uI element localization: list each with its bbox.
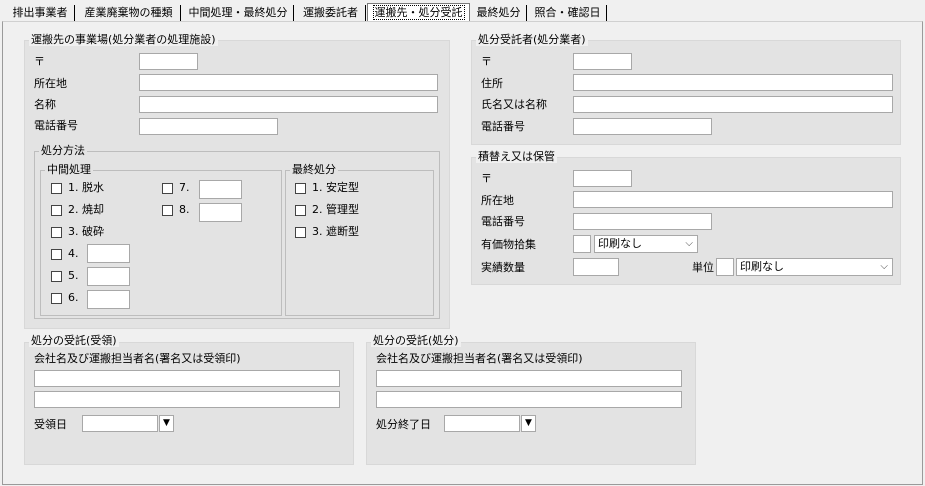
final-disposal-legend: 最終処分 [290, 163, 338, 176]
storage-postal-input[interactable] [573, 170, 632, 187]
contractor-postal-input[interactable] [573, 53, 632, 70]
item-4-input[interactable] [87, 244, 130, 263]
storage-address-input[interactable] [573, 191, 893, 208]
receipt-collection-legend: 処分の受託(受領) [29, 334, 119, 347]
contractor-name-input[interactable] [573, 96, 893, 113]
disposal-end-date-input[interactable] [444, 415, 520, 432]
disposal-method-legend: 処分方法 [39, 144, 87, 157]
triangle-down-icon: ▼ [163, 418, 170, 428]
item-5-input[interactable] [87, 267, 130, 286]
chk-item-8-label: 8. [179, 203, 190, 216]
chk-item-6[interactable] [51, 293, 62, 304]
tab-label: 産業廃棄物の種類 [84, 6, 173, 19]
chk-item-5-label: 5. [68, 269, 79, 282]
chk-stable-type[interactable] [295, 183, 306, 194]
chk-stable-type-label: 1. 安定型 [312, 181, 359, 194]
tab-verification-date[interactable]: 照合・確認日 [529, 5, 607, 21]
name-label: 氏名又は名称 [481, 98, 547, 111]
tab-bar: 排出事業者 産業廃棄物の種類 中間処理・最終処分 運搬委託者 運搬先・処分受託 … [0, 0, 925, 22]
collection-company-input-2[interactable] [34, 391, 340, 408]
dest-name-input[interactable] [139, 96, 438, 113]
disposal-contractor-legend: 処分受託者(処分業者) [476, 33, 588, 46]
chk-item-6-label: 6. [68, 291, 79, 304]
tab-intermediate-final[interactable]: 中間処理・最終処分 [183, 5, 294, 21]
tab-label: 排出事業者 [12, 6, 68, 19]
chk-item-4[interactable] [51, 249, 62, 260]
final-disposal-group [285, 170, 434, 316]
item-8-input[interactable] [199, 203, 242, 222]
tab-label: 運搬委託者 [303, 6, 358, 19]
actual-qty-input[interactable] [573, 258, 619, 276]
chk-incineration-label: 2. 焼却 [68, 203, 104, 216]
chk-incineration[interactable] [51, 205, 62, 216]
chk-crushing[interactable] [51, 227, 62, 238]
disposal-company-input-2[interactable] [376, 391, 682, 408]
transport-destination-legend: 運搬先の事業場(処分業者の処理施設) [29, 33, 218, 46]
unit-select-value: 印刷なし [740, 260, 784, 273]
tab-label: 中間処理・最終処分 [188, 6, 288, 19]
dest-address-input[interactable] [139, 74, 438, 91]
company-handler-label: 会社名及び運搬担当者名(署名又は受領印) [376, 352, 583, 365]
chk-isolated-type[interactable] [295, 227, 306, 238]
actual-qty-label: 実績数量 [481, 261, 525, 274]
receipt-disposal-legend: 処分の受託(処分) [371, 334, 461, 347]
transfer-storage-legend: 積替え又は保管 [476, 150, 557, 163]
received-date-input[interactable] [82, 415, 158, 432]
phone-label: 電話番号 [34, 119, 78, 132]
dest-postal-input[interactable] [139, 53, 198, 70]
unit-code-input[interactable] [716, 258, 734, 276]
storage-phone-input[interactable] [573, 213, 712, 230]
phone-label: 電話番号 [481, 120, 525, 133]
tab-transport-consignor[interactable]: 運搬委託者 [296, 5, 366, 21]
unit-select[interactable]: 印刷なし ⌵ [736, 258, 893, 276]
item-6-input[interactable] [87, 290, 130, 309]
name-label: 名称 [34, 98, 56, 111]
valuables-select-value: 印刷なし [598, 237, 642, 250]
postal-label: 〒 [481, 172, 492, 185]
disposal-company-input-1[interactable] [376, 370, 682, 387]
chk-isolated-type-label: 3. 遮断型 [312, 225, 359, 238]
phone-label: 電話番号 [481, 215, 525, 228]
contractor-address-input[interactable] [573, 74, 893, 91]
tab-label: 照合・確認日 [534, 6, 601, 19]
chk-crushing-label: 3. 破砕 [68, 225, 104, 238]
chevron-down-icon: ⌵ [880, 261, 888, 272]
collection-company-input-1[interactable] [34, 370, 340, 387]
chk-managed-type[interactable] [295, 205, 306, 216]
postal-label: 〒 [34, 55, 45, 68]
tab-waste-type[interactable]: 産業廃棄物の種類 [77, 5, 181, 21]
dest-phone-input[interactable] [139, 118, 278, 135]
tab-final-disposal[interactable]: 最終処分 [471, 5, 527, 21]
received-date-label: 受領日 [34, 418, 67, 431]
received-date-dropdown[interactable]: ▼ [159, 415, 174, 432]
chk-item-7[interactable] [162, 183, 173, 194]
unit-label: 単位 [692, 261, 714, 274]
chk-item-5[interactable] [51, 271, 62, 282]
address-label: 所在地 [34, 77, 67, 90]
address-label: 所在地 [481, 194, 514, 207]
tab-emitter[interactable]: 排出事業者 [6, 5, 75, 21]
chk-dewatering[interactable] [51, 183, 62, 194]
intermediate-legend: 中間処理 [45, 163, 93, 176]
postal-label: 〒 [481, 55, 492, 68]
tab-label: 最終処分 [476, 6, 521, 19]
tab-label: 運搬先・処分受託 [372, 5, 465, 20]
item-7-input[interactable] [199, 180, 242, 199]
chevron-down-icon: ⌵ [685, 238, 693, 249]
valuables-label: 有価物拾集 [481, 238, 536, 251]
triangle-down-icon: ▼ [525, 418, 532, 428]
disposal-end-date-label: 処分終了日 [376, 418, 431, 431]
valuables-select[interactable]: 印刷なし ⌵ [594, 235, 698, 253]
address-label: 住所 [481, 77, 503, 90]
company-handler-label: 会社名及び運搬担当者名(署名又は受領印) [34, 352, 241, 365]
disposal-end-date-dropdown[interactable]: ▼ [521, 415, 536, 432]
chk-managed-type-label: 2. 管理型 [312, 203, 359, 216]
chk-item-8[interactable] [162, 205, 173, 216]
chk-item-7-label: 7. [179, 181, 190, 194]
chk-dewatering-label: 1. 脱水 [68, 181, 104, 194]
valuables-code-input[interactable] [573, 235, 591, 253]
chk-item-4-label: 4. [68, 247, 79, 260]
tab-destination-disposal[interactable]: 運搬先・処分受託 [367, 3, 470, 22]
contractor-phone-input[interactable] [573, 118, 712, 135]
